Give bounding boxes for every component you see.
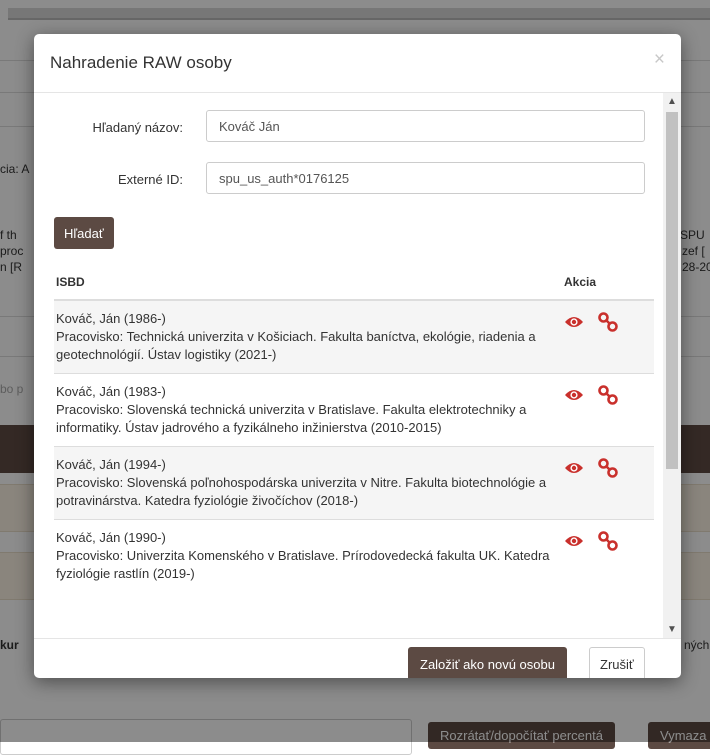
isbd-cell: Kováč, Ján (1994-) Pracovisko: Slovenská… [54,446,562,520]
person-name: Kováč, Ján (1986-) [56,311,166,326]
isbd-cell: Kováč, Ján (1986-) Pracovisko: Technická… [54,299,562,374]
external-id-label: Externé ID: [117,172,183,187]
person-workplace: Pracovisko: Slovenská poľnohospodárska u… [56,475,547,508]
isbd-cell: Kováč, Ján (1983-) Pracovisko: Slovenská… [54,373,562,447]
table-row: Kováč, Ján (1986-) Pracovisko: Technická… [54,299,654,374]
form-row-extid: Externé ID: [34,162,661,196]
results-table: ISBD Akcia Kováč, Ján (1986-) Pracovisko… [54,263,654,592]
action-cell [562,373,654,447]
table-row: Kováč, Ján (1994-) Pracovisko: Slovenská… [54,446,654,520]
eye-icon[interactable] [564,388,584,407]
table-row: Kováč, Ján (1990-) Pracovisko: Univerzit… [54,519,654,592]
eye-icon[interactable] [564,534,584,553]
table-row: Kováč, Ján (1983-) Pracovisko: Slovenská… [54,373,654,447]
close-icon[interactable]: × [654,50,665,69]
scroll-up-arrow-icon[interactable]: ▲ [663,93,681,110]
person-name: Kováč, Ján (1990-) [56,530,166,545]
link-icon[interactable] [598,531,618,556]
eye-icon[interactable] [564,315,584,334]
modal-scrollbar[interactable]: ▲ ▼ [663,93,681,638]
action-cell [562,519,654,592]
person-workplace: Pracovisko: Univerzita Komenského v Brat… [56,548,550,581]
person-name: Kováč, Ján (1994-) [56,457,166,472]
table-header-row: ISBD Akcia [54,263,654,301]
modal-header: Nahradenie RAW osoby × [34,34,681,93]
replace-raw-person-modal: Nahradenie RAW osoby × Hľadaný názov: Ex… [34,34,681,678]
person-workplace: Pracovisko: Slovenská technická univerzi… [56,402,527,435]
cancel-button[interactable]: Zrušiť [589,647,645,678]
column-header-akcia: Akcia [562,263,654,301]
external-id-input[interactable] [206,162,645,194]
person-name: Kováč, Ján (1983-) [56,384,166,399]
scroll-thumb[interactable] [666,112,678,469]
person-workplace: Pracovisko: Technická univerzita v Košic… [56,329,536,362]
link-icon[interactable] [598,385,618,410]
search-button[interactable]: Hľadať [54,217,114,249]
form-row-name: Hľadaný názov: [34,110,661,144]
create-new-person-button[interactable]: Založiť ako novú osobu [408,647,567,678]
link-icon[interactable] [598,458,618,483]
modal-footer: Založiť ako novú osobu Zrušiť [34,638,681,678]
action-cell [562,446,654,520]
scroll-down-arrow-icon[interactable]: ▼ [663,621,681,638]
search-name-input[interactable] [206,110,645,142]
column-header-isbd: ISBD [54,263,562,301]
search-name-label: Hľadaný názov: [92,120,183,135]
modal-title: Nahradenie RAW osoby [50,53,232,72]
eye-icon[interactable] [564,461,584,480]
modal-body: Hľadaný názov: Externé ID: Hľadať ISBD A… [34,93,681,638]
link-icon[interactable] [598,312,618,337]
action-cell [562,299,654,374]
isbd-cell: Kováč, Ján (1990-) Pracovisko: Univerzit… [54,519,562,592]
